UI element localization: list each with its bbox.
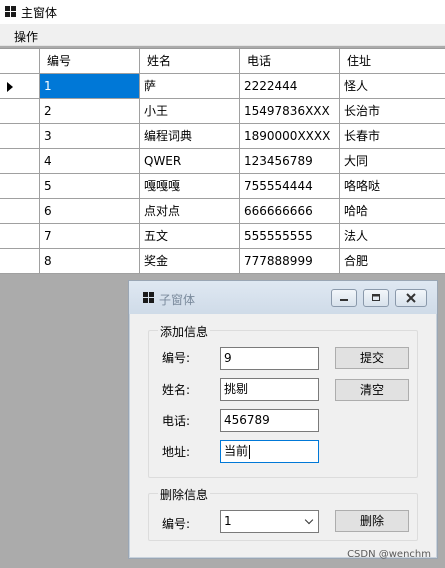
data-grid[interactable]: 编号 姓名 电话 住址 1 萨 2222444 怪人 2 小王 15497836XXX 长治市…	[0, 48, 445, 274]
cell-address[interactable]: 怪人	[340, 74, 445, 99]
column-header-id[interactable]: 编号	[40, 49, 140, 74]
id-input[interactable]: 9	[220, 347, 319, 370]
cell-phone[interactable]: 666666666	[240, 199, 340, 224]
cell-id[interactable]: 7	[40, 224, 140, 249]
cell-address[interactable]: 长治市	[340, 99, 445, 124]
cell-id[interactable]: 2	[40, 99, 140, 124]
child-window-icon	[143, 292, 154, 303]
cell-phone[interactable]: 1890000XXXX	[240, 124, 340, 149]
address-input-value: 当前	[224, 444, 249, 458]
child-window-titlebar[interactable]: 子窗体	[129, 281, 437, 314]
address-input[interactable]: 当前	[220, 440, 319, 463]
address-label: 地址:	[162, 445, 191, 459]
add-info-legend: 添加信息	[158, 323, 211, 340]
table-row[interactable]: 8 奖金 777888999 合肥	[0, 249, 445, 274]
cell-address[interactable]: 法人	[340, 224, 445, 249]
cell-id[interactable]: 8	[40, 249, 140, 274]
menu-item-operation[interactable]: 操作	[7, 27, 45, 46]
column-header-phone[interactable]: 电话	[240, 49, 340, 74]
table-row[interactable]: 6 点对点 666666666 哈哈	[0, 199, 445, 224]
cell-name[interactable]: 五文	[140, 224, 240, 249]
name-input[interactable]: 挑剔	[220, 378, 319, 401]
table-row[interactable]: 3 编程词典 1890000XXXX 长春市	[0, 124, 445, 149]
cell-name[interactable]: 奖金	[140, 249, 240, 274]
column-header-name[interactable]: 姓名	[140, 49, 240, 74]
row-header[interactable]	[0, 74, 40, 99]
cell-phone[interactable]: 15497836XXX	[240, 99, 340, 124]
minimize-icon	[340, 299, 348, 301]
cell-id[interactable]: 5	[40, 174, 140, 199]
cell-name[interactable]: 萨	[140, 74, 240, 99]
cell-id[interactable]: 4	[40, 149, 140, 174]
column-header-address[interactable]: 住址	[340, 49, 445, 74]
cell-phone[interactable]: 777888999	[240, 249, 340, 274]
row-header[interactable]	[0, 174, 40, 199]
id-label: 编号:	[162, 351, 191, 365]
table-row[interactable]: 1 萨 2222444 怪人	[0, 74, 445, 99]
cell-address[interactable]: 哈哈	[340, 199, 445, 224]
submit-button[interactable]: 提交	[335, 347, 409, 369]
table-row[interactable]: 2 小王 15497836XXX 长治市	[0, 99, 445, 124]
cell-phone[interactable]: 555555555	[240, 224, 340, 249]
grid-corner-header[interactable]	[0, 49, 40, 74]
minimize-button[interactable]	[331, 289, 357, 307]
clear-button[interactable]: 清空	[335, 379, 409, 401]
menu-bar: 操作	[0, 24, 445, 46]
cell-phone[interactable]: 755554444	[240, 174, 340, 199]
app-window-icon	[5, 6, 16, 17]
table-row[interactable]: 7 五文 555555555 法人	[0, 224, 445, 249]
text-caret	[249, 444, 251, 459]
cell-phone[interactable]: 123456789	[240, 149, 340, 174]
cell-id[interactable]: 6	[40, 199, 140, 224]
table-row[interactable]: 4 QWER 123456789 大同	[0, 149, 445, 174]
close-button[interactable]	[395, 289, 427, 307]
delete-id-combobox[interactable]: 1	[220, 510, 319, 533]
cell-id[interactable]: 1	[40, 74, 140, 99]
row-header[interactable]	[0, 249, 40, 274]
cell-name[interactable]: QWER	[140, 149, 240, 174]
cell-name[interactable]: 小王	[140, 99, 240, 124]
grid-header-row: 编号 姓名 电话 住址	[0, 49, 445, 74]
cell-address[interactable]: 大同	[340, 149, 445, 174]
cell-name[interactable]: 点对点	[140, 199, 240, 224]
chevron-down-icon[interactable]	[304, 515, 314, 525]
row-header[interactable]	[0, 99, 40, 124]
row-header[interactable]	[0, 149, 40, 174]
row-header[interactable]	[0, 199, 40, 224]
cell-address[interactable]: 咯咯哒	[340, 174, 445, 199]
cell-name[interactable]: 嘎嘎嘎	[140, 174, 240, 199]
phone-input[interactable]: 456789	[220, 409, 319, 432]
delete-button[interactable]: 删除	[335, 510, 409, 532]
row-header[interactable]	[0, 124, 40, 149]
maximize-icon	[372, 294, 380, 301]
cell-id[interactable]: 3	[40, 124, 140, 149]
cell-phone[interactable]: 2222444	[240, 74, 340, 99]
cell-address[interactable]: 长春市	[340, 124, 445, 149]
main-window-title: 主窗体	[21, 6, 58, 20]
phone-label: 电话:	[162, 414, 191, 428]
row-header[interactable]	[0, 224, 40, 249]
name-label: 姓名:	[162, 383, 191, 397]
child-window-title: 子窗体	[159, 293, 196, 307]
delete-id-label: 编号:	[162, 517, 191, 531]
close-icon	[406, 293, 416, 303]
maximize-button[interactable]	[363, 289, 389, 307]
watermark-text: CSDN @wenchm	[347, 549, 431, 560]
table-row[interactable]: 5 嘎嘎嘎 755554444 咯咯哒	[0, 174, 445, 199]
cell-address[interactable]: 合肥	[340, 249, 445, 274]
current-row-arrow-icon	[7, 82, 13, 92]
delete-id-selected: 1	[224, 514, 232, 528]
cell-name[interactable]: 编程词典	[140, 124, 240, 149]
delete-info-legend: 删除信息	[158, 486, 211, 503]
main-window-titlebar: 主窗体	[0, 0, 445, 24]
